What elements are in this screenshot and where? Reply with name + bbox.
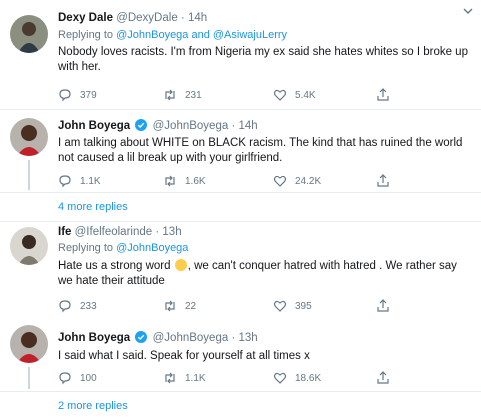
verified-badge-icon bbox=[135, 331, 148, 343]
share-icon bbox=[377, 174, 389, 187]
reply-icon bbox=[59, 89, 71, 102]
retweet-count: 231 bbox=[185, 89, 202, 101]
reply-icon bbox=[59, 175, 71, 188]
share-button[interactable] bbox=[376, 370, 390, 386]
share-icon bbox=[377, 299, 389, 312]
show-more-replies[interactable]: 2 more replies bbox=[0, 391, 481, 420]
tweet-text-part: Hate us a strong word bbox=[58, 260, 174, 272]
author-name[interactable]: Ife bbox=[58, 226, 71, 238]
heart-icon bbox=[273, 372, 287, 384]
verified-badge-icon bbox=[135, 119, 148, 131]
author-name[interactable]: John Boyega bbox=[58, 332, 130, 344]
timestamp[interactable]: 13h bbox=[162, 226, 181, 238]
thinking-face-emoji-icon bbox=[174, 259, 187, 271]
author-handle[interactable]: @DexyDale bbox=[116, 12, 178, 24]
replying-to: Replying to @JohnBoyega and @AsiwajuLerr… bbox=[58, 29, 287, 41]
replying-prefix: Replying to bbox=[58, 242, 117, 254]
more-replies-link[interactable]: 4 more replies bbox=[58, 201, 128, 213]
tweet-actions: 379 231 5.4K bbox=[58, 87, 408, 103]
avatar[interactable] bbox=[10, 325, 48, 363]
retweet-count: 1.6K bbox=[185, 175, 206, 187]
separator: · bbox=[231, 332, 236, 344]
reply-count: 379 bbox=[80, 89, 97, 101]
tweet-text: I said what I said. Speak for yourself a… bbox=[58, 350, 310, 362]
share-icon bbox=[377, 88, 389, 101]
tweet-actions: 100 1.1K 18.6K bbox=[58, 370, 408, 386]
replying-to-link[interactable]: @JohnBoyega bbox=[116, 242, 188, 254]
show-more-replies[interactable]: 4 more replies bbox=[0, 192, 481, 222]
like-button[interactable]: 24.2K bbox=[273, 173, 321, 189]
retweet-count: 22 bbox=[185, 300, 197, 312]
reply-count: 100 bbox=[80, 372, 97, 384]
retweet-button[interactable]: 1.6K bbox=[163, 173, 206, 189]
like-count: 18.6K bbox=[295, 372, 322, 384]
timestamp[interactable]: 14h bbox=[239, 120, 258, 132]
replying-to-link[interactable]: @JohnBoyega and @AsiwajuLerry bbox=[116, 29, 287, 41]
tweet-text: Nobody loves racists. I'm from Nigeria m… bbox=[58, 46, 468, 73]
like-count: 5.4K bbox=[295, 89, 316, 101]
share-button[interactable] bbox=[376, 87, 390, 103]
tweet-header: Dexy Dale @DexyDale · 14h bbox=[58, 12, 207, 24]
like-count: 395 bbox=[295, 300, 312, 312]
like-count: 24.2K bbox=[295, 175, 322, 187]
tweet-actions: 233 22 395 bbox=[58, 298, 408, 314]
retweet-icon bbox=[165, 89, 175, 101]
replying-to: Replying to @JohnBoyega bbox=[58, 242, 188, 254]
avatar[interactable] bbox=[10, 118, 48, 156]
retweet-count: 1.1K bbox=[185, 372, 206, 384]
tweet-ife[interactable]: Ife @Ifelfeolarinde · 13h Replying to @J… bbox=[0, 221, 481, 319]
separator: · bbox=[180, 12, 185, 24]
reply-icon bbox=[59, 300, 71, 313]
author-handle[interactable]: @JohnBoyega bbox=[153, 332, 229, 344]
reply-count: 1.1K bbox=[80, 175, 101, 187]
tweet-header: John Boyega @JohnBoyega · 13h bbox=[58, 331, 258, 344]
author-handle[interactable]: @Ifelfeolarinde bbox=[75, 226, 153, 238]
like-button[interactable]: 395 bbox=[273, 298, 312, 314]
tweet-header: John Boyega @JohnBoyega · 14h bbox=[58, 119, 258, 132]
heart-icon bbox=[273, 175, 287, 187]
replying-prefix: Replying to bbox=[58, 29, 117, 41]
like-button[interactable]: 5.4K bbox=[273, 87, 316, 103]
retweet-icon bbox=[165, 175, 175, 187]
reply-button[interactable]: 1.1K bbox=[58, 173, 101, 189]
retweet-button[interactable]: 1.1K bbox=[163, 370, 206, 386]
tweet-actions: 1.1K 1.6K 24.2K bbox=[58, 173, 408, 189]
heart-icon bbox=[273, 89, 287, 101]
tweet-john-boyega-2[interactable]: John Boyega @JohnBoyega · 13h I said wha… bbox=[0, 319, 481, 389]
heart-icon bbox=[273, 300, 287, 312]
tweet-text: Hate us a strong word , we can't conquer… bbox=[58, 259, 470, 289]
avatar[interactable] bbox=[10, 227, 48, 265]
reply-button[interactable]: 233 bbox=[58, 298, 97, 314]
retweet-button[interactable]: 231 bbox=[163, 87, 202, 103]
author-name[interactable]: Dexy Dale bbox=[58, 12, 113, 24]
share-button[interactable] bbox=[376, 298, 390, 314]
author-handle[interactable]: @JohnBoyega bbox=[153, 120, 229, 132]
retweet-icon bbox=[165, 372, 175, 384]
timestamp[interactable]: 13h bbox=[239, 332, 258, 344]
reply-button[interactable]: 379 bbox=[58, 87, 97, 103]
like-button[interactable]: 18.6K bbox=[273, 370, 321, 386]
tweet-dexy-dale[interactable]: Dexy Dale @DexyDale · 14h Replying to @J… bbox=[0, 0, 481, 110]
separator: · bbox=[155, 226, 160, 238]
more-replies-link[interactable]: 2 more replies bbox=[58, 400, 128, 412]
thread-line bbox=[28, 367, 30, 389]
share-icon bbox=[377, 371, 389, 384]
timestamp[interactable]: 14h bbox=[188, 12, 207, 24]
reply-icon bbox=[59, 372, 71, 385]
separator: · bbox=[231, 120, 236, 132]
tweet-text: I am talking about WHITE on BLACK racism… bbox=[58, 137, 463, 164]
reply-count: 233 bbox=[80, 300, 97, 312]
tweet-header: Ife @Ifelfeolarinde · 13h bbox=[58, 226, 182, 238]
reply-button[interactable]: 100 bbox=[58, 370, 97, 386]
avatar[interactable] bbox=[10, 15, 48, 53]
chevron-down-icon[interactable] bbox=[463, 6, 473, 16]
tweet-john-boyega-1[interactable]: John Boyega @JohnBoyega · 14h I am talki… bbox=[0, 110, 481, 192]
share-button[interactable] bbox=[376, 173, 390, 189]
thread-line bbox=[28, 160, 30, 190]
author-name[interactable]: John Boyega bbox=[58, 120, 130, 132]
retweet-icon bbox=[165, 300, 175, 312]
retweet-button[interactable]: 22 bbox=[163, 298, 196, 314]
